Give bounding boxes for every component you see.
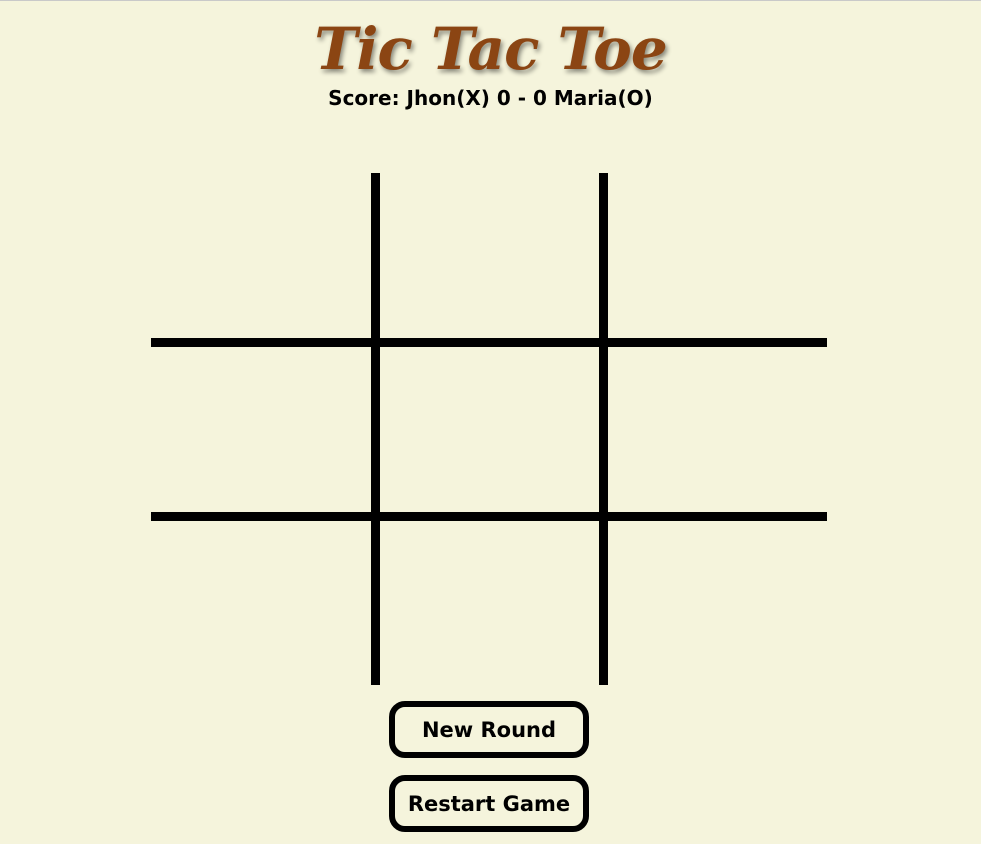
score-display: Score: Jhon(X) 0 - 0 Maria(O) [328,86,653,110]
grid-line-horizontal-top [151,338,827,347]
grid-line-horizontal-bottom [151,512,827,521]
board-cell-0[interactable] [151,173,375,342]
board-cell-6[interactable] [151,516,375,685]
grid-line-vertical-right [599,173,608,685]
new-round-button[interactable]: New Round [389,701,589,758]
game-board [151,173,827,685]
board-cell-4[interactable] [375,342,599,516]
board-cell-5[interactable] [599,342,827,516]
grid-line-vertical-left [371,173,380,685]
board-cell-1[interactable] [375,173,599,342]
board-cell-8[interactable] [599,516,827,685]
restart-game-button[interactable]: Restart Game [389,775,589,832]
board-cell-3[interactable] [151,342,375,516]
board-cell-7[interactable] [375,516,599,685]
game-title: Tic Tac Toe [314,15,668,83]
board-cell-2[interactable] [599,173,827,342]
